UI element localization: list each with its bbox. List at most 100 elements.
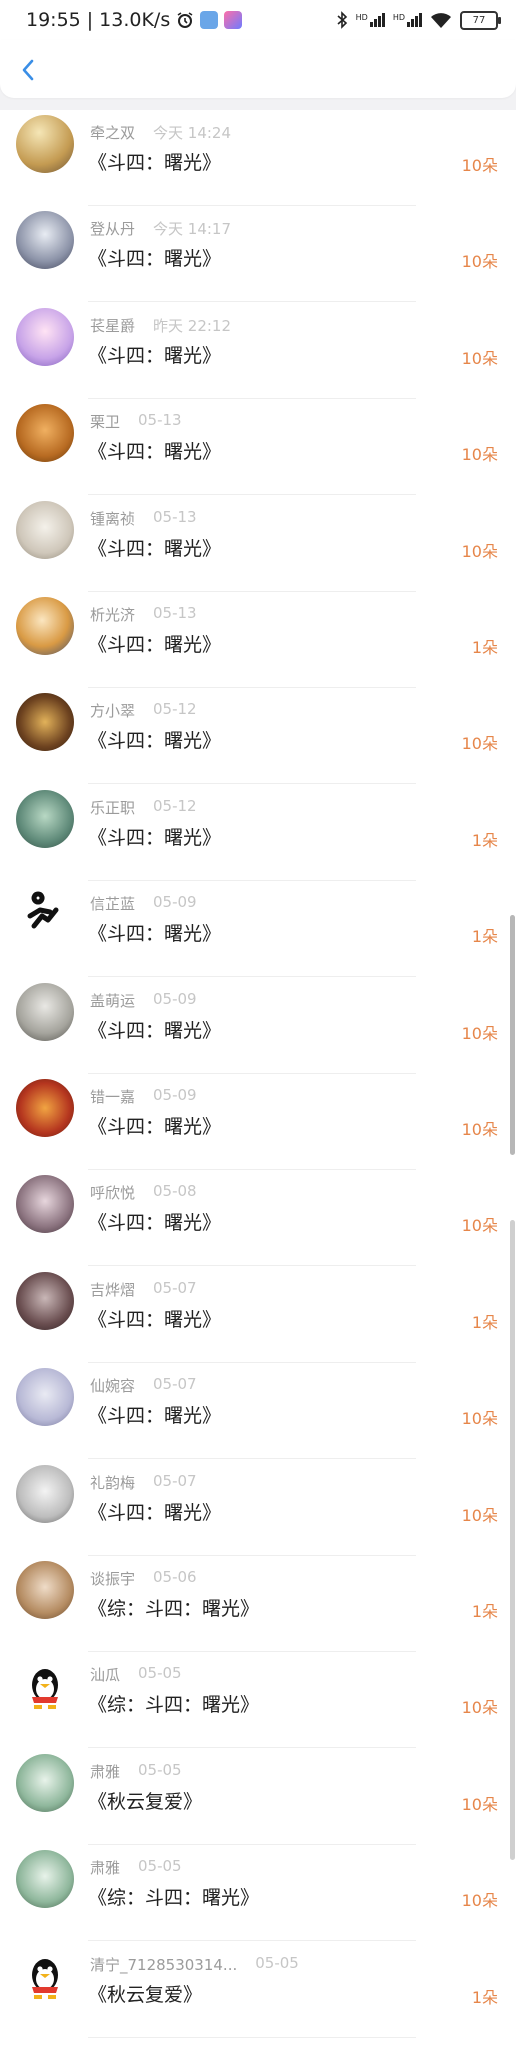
flower-count: 1朵 — [471, 830, 498, 850]
flower-count: 10朵 — [461, 541, 498, 561]
list-item[interactable]: 信芷蓝 05-09 《斗四：曙光》 1朵 — [0, 881, 516, 978]
list-item[interactable]: 谈振宇 05-06 《综：斗四：曙光》 1朵 — [0, 1556, 516, 1652]
sender-name: 栗卫 — [90, 413, 121, 432]
flower-count: 10朵 — [461, 445, 498, 465]
avatar[interactable] — [16, 211, 74, 270]
list-item[interactable]: 析光济 05-13 《斗四：曙光》 1朵 — [0, 592, 516, 688]
avatar[interactable] — [16, 1368, 74, 1427]
list-item[interactable]: 肃雅 05-05 《秋云复爱》 10朵 — [0, 1749, 516, 1845]
sender-name: 仙婉容 — [90, 1377, 136, 1396]
sender-name: 析光济 — [90, 606, 136, 624]
sender-name: 清宁_7128530314... — [90, 1955, 238, 1974]
sender-name: 盖萌运 — [90, 991, 136, 1010]
send-time: 05-05 — [138, 1760, 182, 1779]
alarm-icon — [177, 12, 193, 28]
list-item[interactable]: 仙婉容 05-07 《斗四：曙光》 10朵 — [0, 1363, 516, 1460]
sender-name: 苌星爵 — [90, 316, 136, 335]
book-title: 《斗四：曙光》 — [88, 634, 222, 656]
status-bar: 19:55 | 13.0K/s HD HD 77 — [0, 0, 516, 40]
avatar[interactable] — [16, 1850, 74, 1909]
sender-name: 呼欣悦 — [90, 1184, 136, 1203]
avatar[interactable] — [16, 115, 74, 173]
avatar[interactable] — [16, 886, 74, 945]
send-time: 05-13 — [153, 604, 197, 622]
avatar[interactable] — [16, 1657, 74, 1716]
flower-count: 10朵 — [461, 1505, 498, 1525]
list-item[interactable]: 肃雅 05-05 《综：斗四：曙光》 10朵 — [0, 1845, 516, 1942]
send-time: 05-06 — [153, 1568, 197, 1586]
book-title: 《斗四：曙光》 — [88, 1308, 222, 1331]
list-item[interactable]: 呼欣悦 05-08 《斗四：曙光》 10朵 — [0, 1170, 516, 1267]
send-time: 今天 14:24 — [153, 124, 232, 142]
battery-icon: 77 — [460, 10, 501, 30]
avatar[interactable] — [16, 307, 74, 366]
avatar[interactable] — [16, 693, 74, 752]
scrollbar[interactable] — [510, 915, 515, 1155]
network2-label: HD — [392, 13, 405, 22]
book-title: 《斗四：曙光》 — [88, 1501, 222, 1524]
list-item[interactable]: 方小翠 05-12 《斗四：曙光》 10朵 — [0, 688, 516, 785]
list-item[interactable]: 盖萌运 05-09 《斗四：曙光》 10朵 — [0, 978, 516, 1074]
list-item[interactable]: 汕瓜 05-05 《综：斗四：曙光》 10朵 — [0, 1652, 516, 1749]
sender-name: 肃雅 — [90, 1859, 121, 1878]
sender-name: 肃雅 — [90, 1762, 121, 1781]
list-item[interactable]: 清宁_7128530314... 05-05 《秋云复爱》 1朵 — [0, 1942, 516, 2038]
app-notification-icon-2 — [224, 11, 243, 29]
send-time: 05-07 — [153, 1278, 197, 1297]
signal-1-icon: HD — [356, 13, 385, 27]
sender-name: 锺离祯 — [90, 509, 136, 528]
sender-name: 乐正职 — [90, 798, 136, 817]
avatar[interactable] — [16, 1175, 74, 1234]
back-arrow-icon[interactable] — [20, 58, 36, 82]
flower-count: 10朵 — [461, 252, 498, 272]
wifi-icon — [431, 13, 451, 28]
list-item[interactable]: 苌星爵 昨天 22:12 《斗四：曙光》 10朵 — [0, 303, 516, 399]
flower-count: 1朵 — [471, 927, 498, 947]
avatar[interactable] — [16, 1464, 74, 1523]
book-title: 《综：斗四：曙光》 — [88, 1694, 260, 1717]
sender-name: 牵之双 — [90, 124, 136, 142]
network1-label: HD — [355, 13, 368, 22]
send-time: 05-07 — [153, 1471, 197, 1490]
flower-count: 10朵 — [461, 348, 498, 368]
flower-count: 1朵 — [471, 1312, 498, 1332]
avatar[interactable] — [16, 500, 74, 559]
avatar[interactable] — [16, 1079, 74, 1137]
avatar[interactable] — [16, 1561, 74, 1619]
avatar[interactable] — [16, 404, 74, 463]
list-item[interactable]: 乐正职 05-12 《斗四：曙光》 1朵 — [0, 785, 516, 881]
list-item[interactable]: 栗卫 05-13 《斗四：曙光》 10朵 — [0, 399, 516, 496]
penguin-icon — [32, 1669, 58, 1710]
avatar[interactable] — [16, 1753, 74, 1812]
book-title: 《斗四：曙光》 — [88, 344, 222, 367]
list-item[interactable]: 礼韵梅 05-07 《斗四：曙光》 10朵 — [0, 1460, 516, 1556]
avatar[interactable] — [16, 1271, 74, 1330]
book-title: 《综：斗四：曙光》 — [88, 1598, 260, 1620]
flower-count: 10朵 — [461, 1120, 498, 1139]
avatar[interactable] — [16, 1946, 74, 2005]
avatar[interactable] — [16, 982, 74, 1041]
send-time: 05-13 — [138, 411, 182, 430]
divider — [88, 2036, 416, 2038]
send-time: 昨天 22:12 — [153, 316, 232, 335]
book-title: 《斗四：曙光》 — [88, 441, 222, 464]
list-item[interactable]: 错一嘉 05-09 《斗四：曙光》 10朵 — [0, 1074, 516, 1170]
flower-count: 10朵 — [461, 734, 498, 754]
list-item[interactable]: 登从丹 今天 14:17 《斗四：曙光》 10朵 — [0, 206, 516, 303]
sender-name: 汕瓜 — [90, 1666, 121, 1685]
list-item[interactable]: 锺离祯 05-13 《斗四：曙光》 10朵 — [0, 496, 516, 592]
send-time: 05-12 — [153, 700, 197, 719]
avatar[interactable] — [16, 789, 74, 848]
flower-count: 1朵 — [471, 1602, 498, 1621]
book-title: 《综：斗四：曙光》 — [88, 1887, 260, 1910]
sender-name: 错一嘉 — [90, 1088, 136, 1106]
status-separator: | — [86, 9, 94, 31]
nav-bar — [0, 40, 516, 98]
scrollbar-track — [510, 1220, 515, 1860]
sender-name: 礼韵梅 — [90, 1473, 136, 1492]
list-item[interactable]: 牵之双 今天 14:24 《斗四：曙光》 10朵 — [0, 110, 516, 206]
list-item[interactable]: 吉烨熠 05-07 《斗四：曙光》 1朵 — [0, 1267, 516, 1363]
book-title: 《斗四：曙光》 — [88, 1405, 222, 1428]
sender-name: 方小翠 — [90, 702, 136, 721]
avatar[interactable] — [16, 597, 74, 655]
